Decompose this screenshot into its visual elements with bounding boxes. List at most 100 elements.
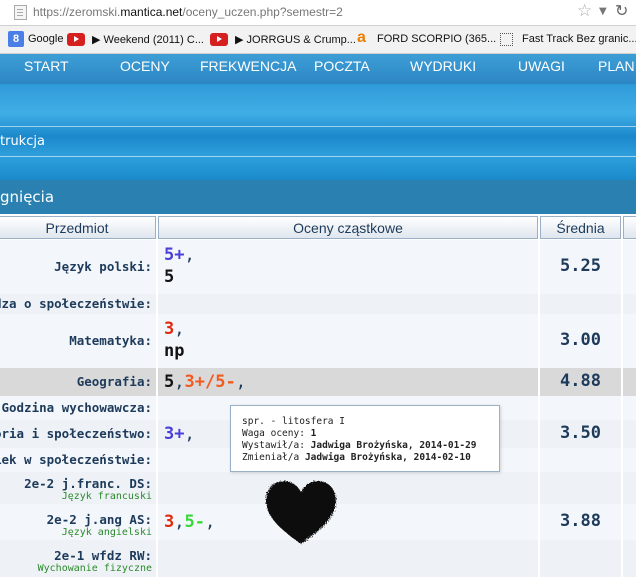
average-cell: 4.88: [540, 368, 621, 396]
grades-cell: 5+, 5: [158, 240, 538, 294]
average-cell: [540, 294, 621, 314]
grade-value[interactable]: 3+: [164, 424, 184, 444]
tooltip-line-created: Wystawił/a: Jadwiga Brożyńska, 2014-01-2…: [242, 440, 477, 451]
grades-list: 3, np: [164, 318, 185, 362]
nav-uwagi[interactable]: UWAGI: [518, 58, 565, 74]
youtube-icon[interactable]: [210, 33, 228, 46]
header-subject[interactable]: Przedmiot: [0, 216, 156, 239]
average-cell: 3.88: [540, 504, 621, 540]
tooltip-line-weight: Waga oceny: 1: [242, 428, 317, 439]
folder-icon[interactable]: [500, 33, 513, 46]
average-value: 4.88: [560, 371, 601, 391]
nav-frekwencja[interactable]: FREKWENCJA: [200, 58, 296, 74]
extra-cell: [623, 240, 636, 294]
grades-cell: [158, 540, 538, 577]
average-cell: 5.25: [540, 240, 621, 294]
subject-cell: wiek w społeczeństwie:: [0, 448, 156, 472]
subject-cell: Matematyka:: [0, 314, 156, 368]
grade-value[interactable]: 3: [164, 319, 174, 339]
subject-name: edza o społeczeństwie:: [0, 296, 152, 311]
header-average[interactable]: Średnia: [540, 216, 621, 239]
youtube-icon[interactable]: [67, 33, 85, 46]
nav-wydruki[interactable]: WYDRUKI: [410, 58, 476, 74]
a-icon[interactable]: a: [357, 29, 373, 46]
subject-cell: edza o społeczeństwie:: [0, 294, 156, 314]
average-value: 3.50: [560, 423, 601, 443]
average-cell: [540, 448, 621, 472]
average-value: 5.25: [560, 256, 601, 276]
reload-icon[interactable]: ↻: [615, 1, 628, 20]
grades-list: 3,5-,: [164, 511, 215, 533]
grade-value[interactable]: 5+: [164, 245, 184, 265]
grades-list: 3+,: [164, 423, 195, 445]
tooltip-line-title: spr. - litosfera I: [242, 416, 345, 427]
subject-subtitle: Język angielski: [61, 527, 152, 538]
bookmarks-bar: 8 Google ▶ Weekend (2011) C... ▶ JORRGUS…: [0, 26, 636, 54]
subject-cell: 2e-2 j.ang AS: Język angielski: [0, 504, 156, 540]
subject-cell: istoria i społeczeństwo:: [0, 420, 156, 448]
extra-cell: [623, 420, 636, 448]
bookmark-ford[interactable]: FORD SCORPIO (365...: [377, 33, 496, 45]
average-cell: 3.00: [540, 314, 621, 368]
bookmark-star-icon[interactable]: ☆: [577, 1, 592, 21]
extra-cell: [623, 540, 636, 577]
grade-value[interactable]: 5: [164, 267, 174, 287]
nav-start[interactable]: START: [24, 58, 69, 74]
bookmark-weekend[interactable]: ▶ Weekend (2011) C...: [92, 33, 204, 46]
grade-value[interactable]: 5: [164, 372, 174, 392]
grade-separator: ,: [174, 319, 185, 339]
subject-name: 2e-2 j.franc. DS:: [24, 476, 152, 491]
header-extra: [623, 216, 636, 239]
grades-cell: [158, 472, 538, 504]
grade-separator: ,: [204, 512, 216, 532]
grade-separator: ,: [235, 372, 246, 392]
subject-subtitle: Wychowanie fizyczne: [37, 563, 152, 574]
grade-tooltip: spr. - litosfera I Waga oceny: 1 Wystawi…: [230, 405, 500, 472]
extra-cell: [623, 472, 636, 504]
bookmark-google[interactable]: Google: [28, 33, 63, 45]
average-value: 3.88: [560, 511, 601, 531]
subject-name: Język polski:: [54, 259, 152, 274]
average-cell: [540, 396, 621, 420]
subject-name: Godzina wychowawcza:: [1, 400, 152, 415]
bookmark-jorrgus[interactable]: ▶ JORRGUS & Crump...: [235, 33, 356, 46]
grades-list: 5,3+/5-,: [164, 371, 246, 393]
grade-separator: ,: [184, 424, 195, 444]
grade-separator: ,: [174, 512, 185, 532]
extra-cell: [623, 504, 636, 540]
subject-cell: 2e-2 j.franc. DS: Język francuski: [0, 472, 156, 504]
grade-value[interactable]: 5-: [185, 512, 205, 532]
extra-cell: [623, 368, 636, 396]
nav-oceny[interactable]: OCENY: [120, 58, 170, 74]
bookmark-fast-track[interactable]: Fast Track Bez granic...: [522, 33, 636, 45]
average-cell: [540, 540, 621, 577]
grade-value[interactable]: 3: [164, 512, 174, 532]
header-grades[interactable]: Oceny cząstkowe: [158, 216, 538, 239]
dropdown-arrow-icon[interactable]: ▼: [599, 6, 607, 17]
grade-separator: ,: [174, 372, 185, 392]
average-cell: 3.50: [540, 420, 621, 448]
extra-cell: [623, 448, 636, 472]
subject-name: Matematyka:: [69, 333, 152, 348]
subject-cell: Geografia:: [0, 368, 156, 396]
google-icon[interactable]: 8: [8, 31, 24, 47]
nav-plan[interactable]: PLAN: [598, 58, 635, 74]
subject-cell: Język polski:: [0, 240, 156, 294]
grade-value[interactable]: 3+/5-: [185, 372, 236, 392]
nav-poczta[interactable]: POCZTA: [314, 58, 370, 74]
section-title: gnięcia: [0, 188, 55, 206]
subject-cell: Godzina wychowawcza:: [0, 396, 156, 420]
url-text[interactable]: https://zeromski.mantica.net/oceny_uczen…: [33, 5, 343, 19]
tooltip-line-modified: Zmieniał/a Jadwiga Brożyńska, 2014-02-10: [242, 452, 471, 463]
grades-cell: 3,5-,: [158, 504, 538, 540]
grade-value[interactable]: np: [164, 341, 184, 361]
subject-name: wiek w społeczeństwie:: [0, 452, 152, 467]
address-bar[interactable]: https://zeromski.mantica.net/oceny_uczen…: [0, 0, 636, 26]
grade-separator: ,: [184, 245, 195, 265]
banner-link[interactable]: trukcja: [0, 134, 45, 149]
grades-cell: 3, np: [158, 314, 538, 368]
grades-cell: 5,3+/5-,: [158, 368, 538, 396]
section-header: [0, 180, 636, 214]
average-value: 3.00: [560, 330, 601, 350]
extra-cell: [623, 396, 636, 420]
